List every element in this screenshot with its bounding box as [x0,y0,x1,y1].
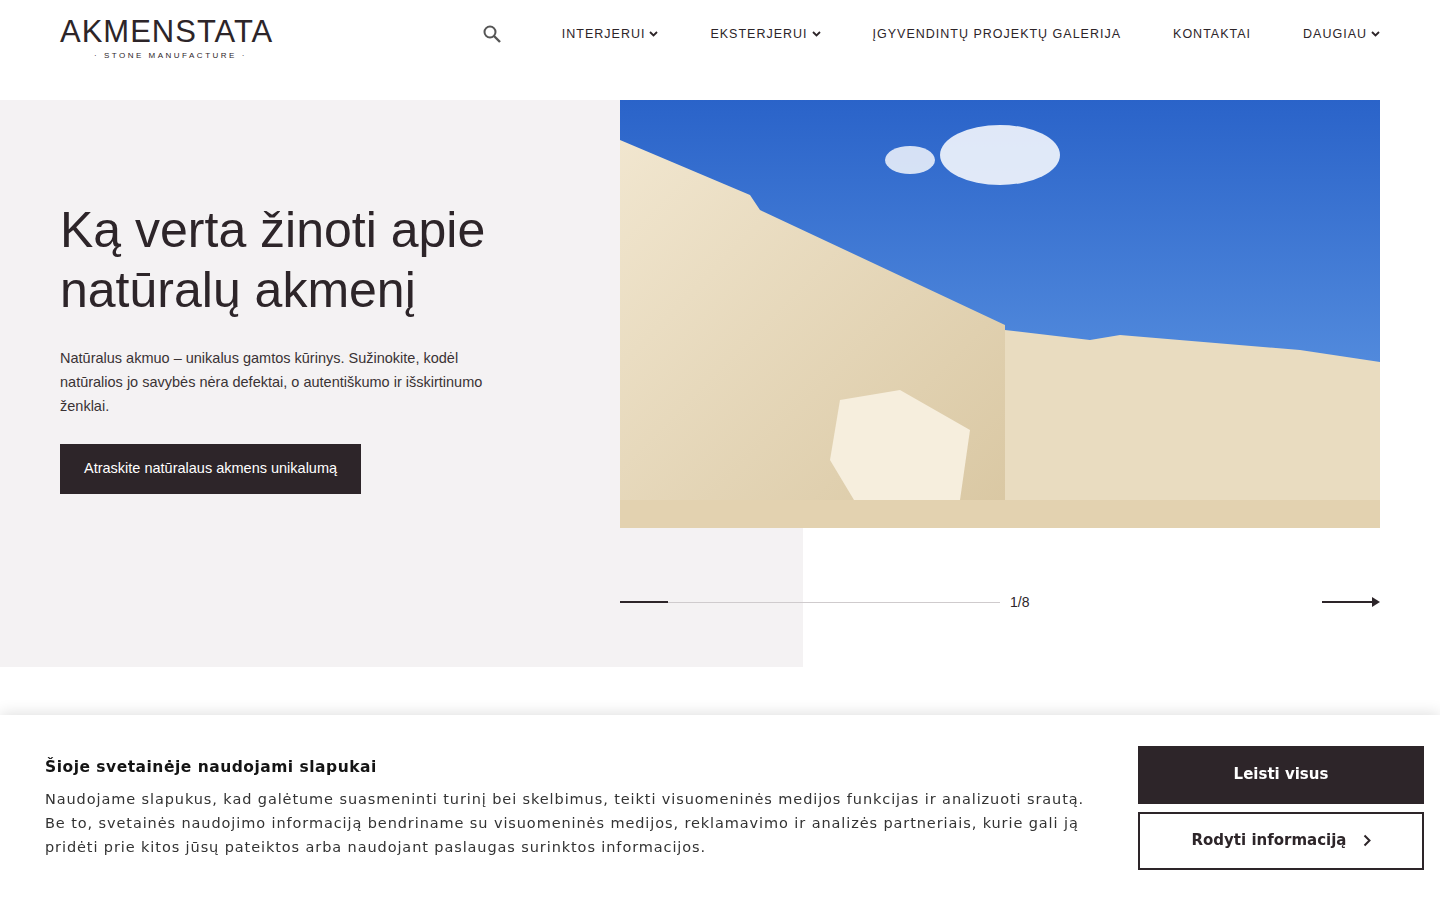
hero: Ką verta žinoti apie natūralų akmenį Nat… [0,100,1440,646]
chevron-down-icon [812,31,821,37]
main-nav: INTERJERUI EKSTERJERUI ĮGYVENDINTŲ PROJEKT… [482,16,1380,44]
hero-description: Natūralus akmuo – unikalus gamtos kūriny… [60,346,520,418]
nav-label: ĮGYVENDINTŲ PROJEKTŲ GALERIJA [873,25,1121,44]
nav-item[interactable]: DAUGIAU [1303,25,1380,44]
chevron-right-icon [1363,834,1371,847]
nav-label: KONTAKTAI [1173,25,1251,44]
nav-item[interactable]: KONTAKTAI [1173,25,1251,44]
logo-tagline: · STONE MANUFACTURE · [60,50,273,62]
cookie-banner: Šioje svetainėje naudojami slapukai Naud… [0,715,1440,900]
slider-track [620,602,1000,603]
chevron-down-icon [649,31,658,37]
logo[interactable]: AKMENSTATA · STONE MANUFACTURE · [60,16,273,62]
logo-name: AKMENSTATA [60,16,273,47]
search-icon[interactable] [482,24,502,44]
slider-controls: 1/8 [620,528,1380,606]
cookie-title: Šioje svetainėje naudojami slapukai [45,756,1095,779]
allow-all-button[interactable]: Leisti visus [1138,746,1424,804]
hero-button[interactable]: Atraskite natūralaus akmens unikalumą [60,444,361,494]
nav-label: EKSTERJERUI [710,25,807,44]
next-arrow-icon[interactable] [1322,596,1380,608]
hero-title: Ką verta žinoti apie natūralų akmenį [60,200,520,320]
slide-counter: 1/8 [1010,592,1029,613]
nav-item[interactable]: INTERJERUI [562,25,659,44]
nav-label: INTERJERUI [562,25,646,44]
show-details-button[interactable]: Rodyti informaciją [1138,812,1424,870]
nav-item[interactable]: EKSTERJERUI [710,25,820,44]
hero-text: Ką verta žinoti apie natūralų akmenį Nat… [60,100,520,606]
slider-progress [620,601,668,603]
quarry-photo [620,100,1380,528]
chevron-down-icon [1371,31,1380,37]
cookie-text: Naudojame slapukus, kad galėtume suasmen… [45,787,1095,859]
show-details-label: Rodyti informaciją [1191,829,1346,852]
nav-item[interactable]: ĮGYVENDINTŲ PROJEKTŲ GALERIJA [873,25,1121,44]
site-header: AKMENSTATA · STONE MANUFACTURE · INTERJE… [0,0,1440,100]
nav-label: DAUGIAU [1303,25,1367,44]
